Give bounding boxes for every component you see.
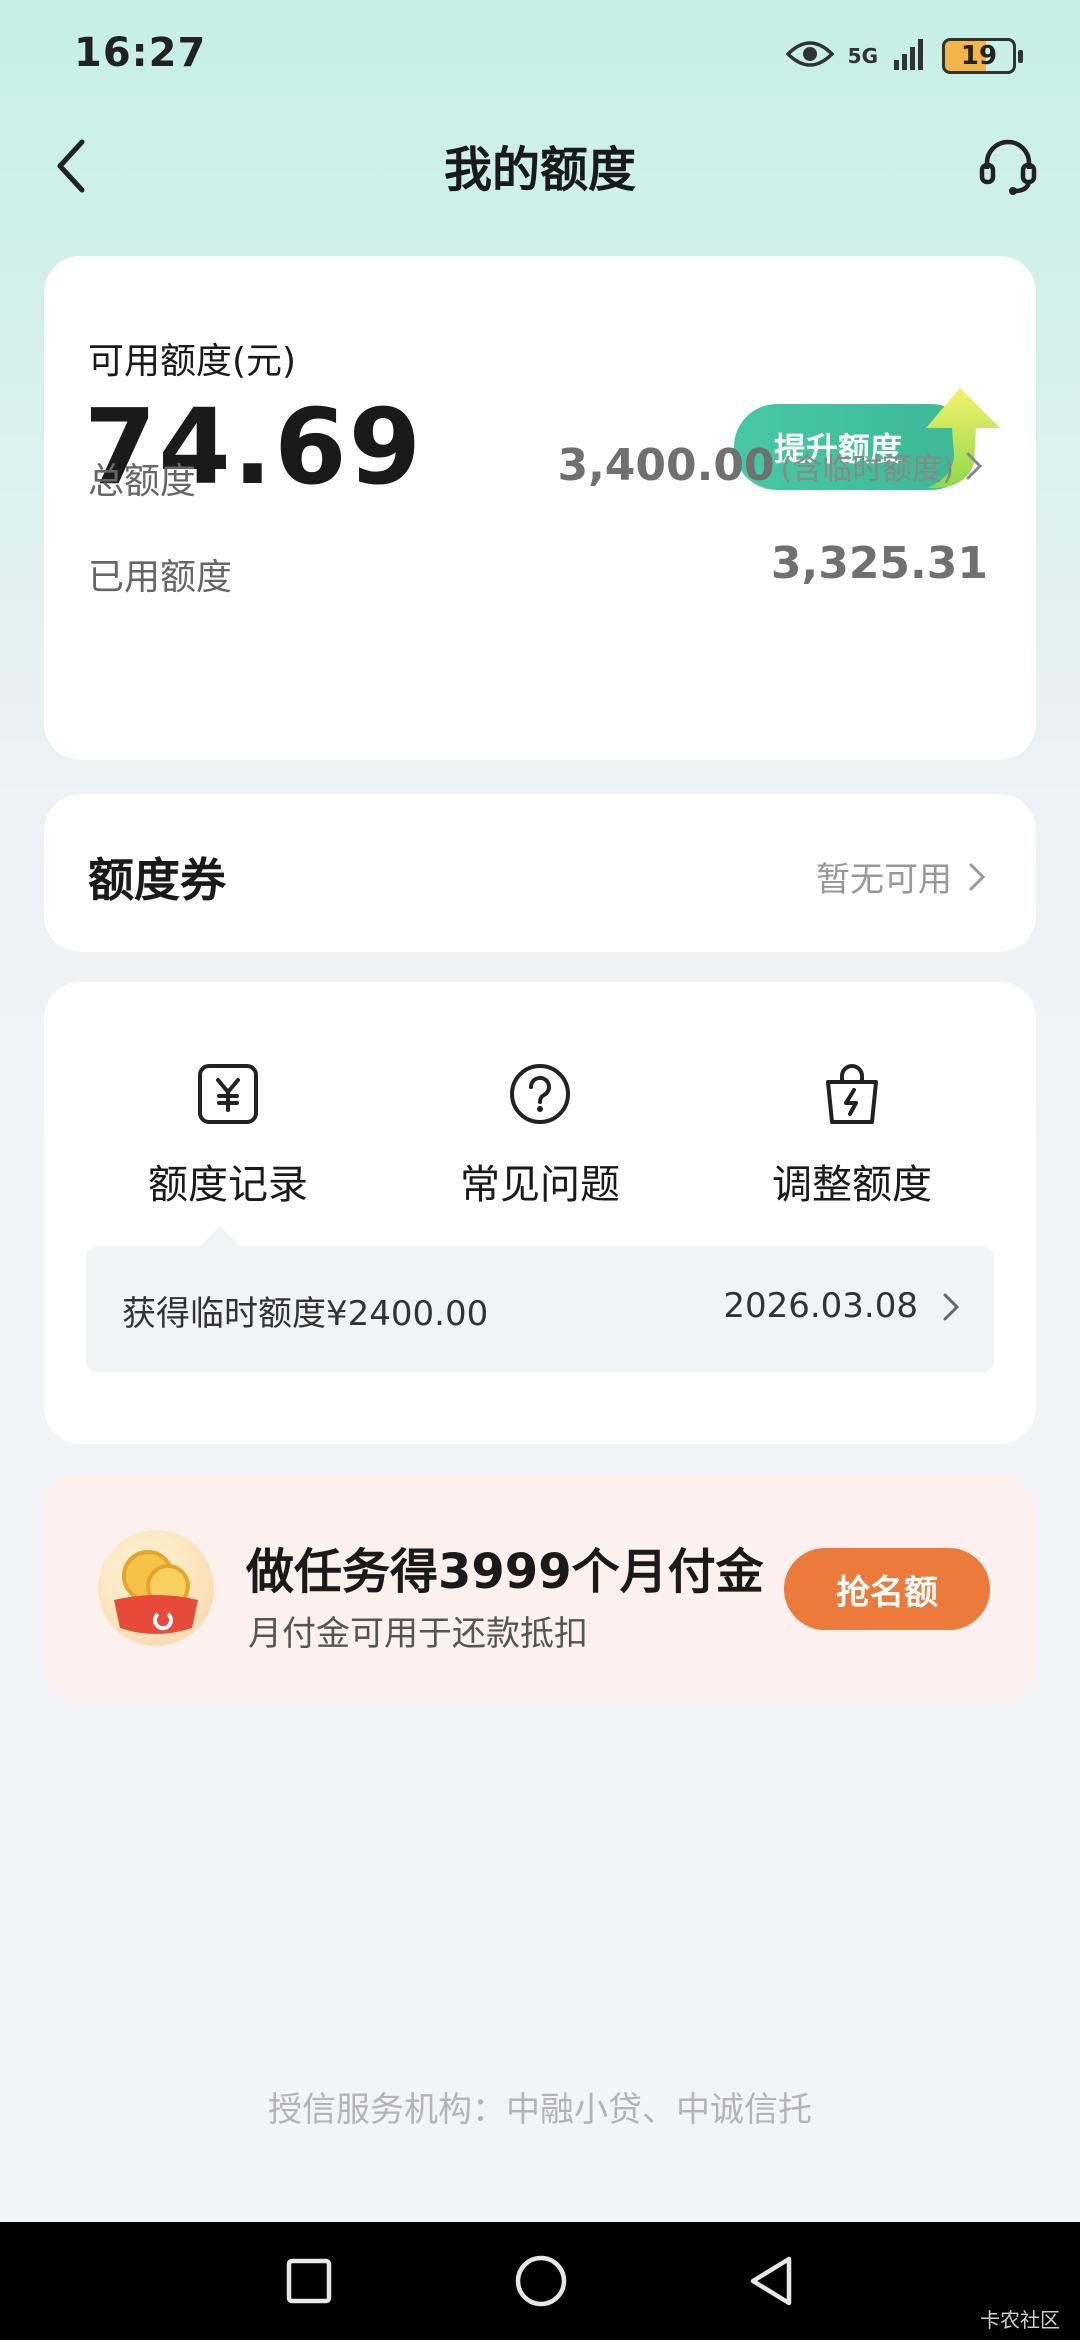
chevron-right-icon (943, 1293, 960, 1321)
status-icons: 5G 19 (785, 36, 1023, 76)
signal-icon (892, 36, 928, 76)
header: 我的额度 (0, 120, 1080, 210)
grab-slot-button[interactable]: 抢名额 (784, 1548, 990, 1630)
yuan-icon (198, 1064, 258, 1124)
home-button[interactable] (508, 2248, 574, 2314)
recent-apps-button[interactable] (276, 2248, 342, 2314)
promo-card[interactable]: 做任务得3999个月付金 月付金可用于还款抵扣 抢名额 (44, 1474, 1036, 1702)
temporary-quota-note: (含临时额度) (780, 451, 954, 487)
triangle-back-icon (750, 2256, 792, 2306)
total-quota-label: 总额度 (88, 461, 197, 502)
chevron-right-icon (969, 863, 986, 890)
promo-subtitle: 月付金可用于还款抵扣 (248, 1614, 588, 1654)
status-time: 16:27 (74, 30, 207, 76)
headset-icon (979, 139, 1037, 195)
used-quota-value: 3,325.31 (770, 538, 988, 589)
question-icon (510, 1064, 570, 1124)
notice-text: 获得临时额度¥2400.00 (122, 1294, 489, 1334)
notice-date: 2026.03.08 (723, 1286, 918, 1326)
quota-coupon-card[interactable]: 额度券 暂无可用 (44, 794, 1036, 952)
back-nav-button[interactable] (738, 2248, 804, 2314)
actions-card: 额度记录 常见问题 调整额度 获得临时额度¥2400.00 2026.03.08 (44, 982, 1036, 1444)
promo-title: 做任务得3999个月付金 (246, 1544, 764, 1600)
total-quota-row[interactable]: 3,400.00 (含临时额度) (557, 440, 988, 491)
available-quota-label: 可用额度(元) (88, 341, 297, 382)
quota-card: 可用额度(元) 74.69 提升额度 总额度 3,400.00 (含临时额度) … (44, 256, 1036, 760)
battery-icon: 19 (942, 38, 1023, 74)
coupon-status-text: 暂无可用 (816, 860, 952, 900)
coin-gift-icon (98, 1530, 214, 1646)
faq-button[interactable]: 常见问题 (410, 1058, 670, 1210)
bag-bolt-icon (826, 1064, 878, 1124)
quota-record-notice[interactable]: 获得临时额度¥2400.00 2026.03.08 (86, 1246, 994, 1372)
status-bar: 16:27 5G 19 (0, 0, 1080, 120)
coupon-title: 额度券 (88, 853, 226, 907)
network-type: 5G (847, 44, 878, 68)
coupon-status: 暂无可用 (816, 852, 988, 901)
quota-record-button[interactable]: 额度记录 (98, 1058, 358, 1210)
square-icon (286, 2258, 332, 2304)
faq-label: 常见问题 (460, 1162, 620, 1208)
credit-institution-note: 授信服务机构：中融小贷、中诚信托 (268, 2090, 812, 2130)
page-title: 我的额度 (443, 142, 636, 198)
used-quota-label: 已用额度 (88, 557, 233, 598)
eye-icon (785, 38, 835, 74)
adjust-quota-label: 调整额度 (772, 1162, 932, 1208)
adjust-quota-button[interactable]: 调整额度 (722, 1058, 982, 1210)
system-nav-bar: 卡农社区 (0, 2222, 1080, 2340)
watermark: 卡农社区 (980, 2308, 1060, 2332)
total-quota-value: 3,400.00 (557, 440, 775, 491)
chevron-right-icon (966, 452, 983, 479)
customer-service-button[interactable] (976, 134, 1040, 198)
quota-record-label: 额度记录 (148, 1162, 308, 1208)
circle-icon (515, 2255, 567, 2307)
